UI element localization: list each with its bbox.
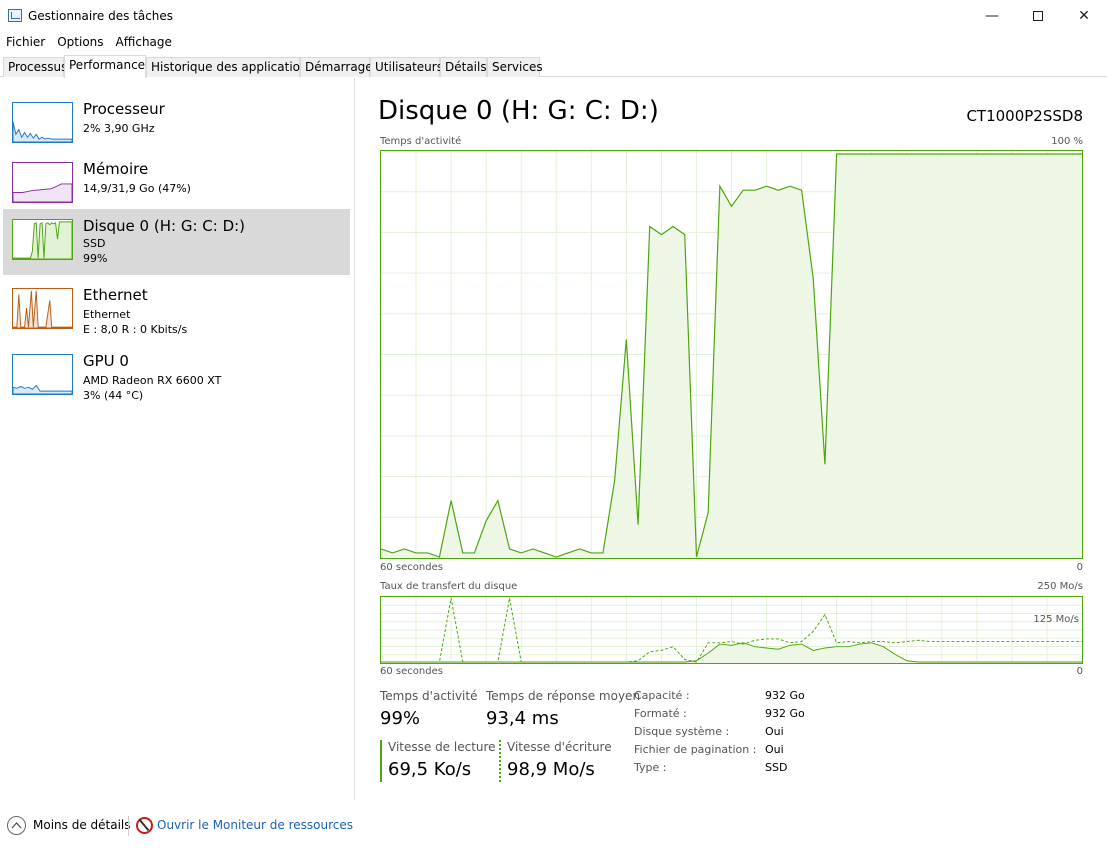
transfer-chart-svg — [381, 597, 1082, 663]
prop-pagefile-value: Oui — [765, 743, 784, 756]
sidebar-item-label: Mémoire — [83, 160, 149, 178]
window-title: Gestionnaire des tâches — [28, 9, 174, 23]
prop-type-value: SSD — [765, 761, 788, 774]
sidebar-item-gpu[interactable]: GPU 0 AMD Radeon RX 6600 XT 3% (44 °C) — [3, 344, 350, 408]
prop-capacity-value: 932 Go — [765, 689, 805, 702]
prop-type-key: Type : — [634, 761, 667, 774]
disk-thumbnail — [12, 219, 73, 260]
menu-affichage[interactable]: Affichage — [110, 33, 178, 53]
bottom-divider — [128, 816, 129, 836]
response-time-value: 93,4 ms — [486, 708, 559, 729]
menu-options[interactable]: Options — [51, 33, 109, 53]
tab-services[interactable]: Services — [487, 57, 543, 77]
sidebar-item-label: Ethernet — [83, 286, 148, 304]
ethernet-thumbnail — [12, 288, 73, 329]
resource-sidebar: Processeur 2% 3,90 GHz Mémoire 14,9/31,9… — [0, 78, 355, 800]
prop-pagefile-key: Fichier de pagination : — [634, 743, 757, 756]
sidebar-item-detail: AMD Radeon RX 6600 XT — [83, 374, 222, 387]
open-resource-monitor-link[interactable]: Ouvrir le Moniteur de ressources — [157, 818, 353, 832]
sidebar-item-memoire[interactable]: Mémoire 14,9/31,9 Go (47%) — [3, 152, 350, 216]
transfer-x-left: 60 secondes — [380, 666, 443, 677]
resource-monitor-icon[interactable] — [136, 817, 153, 834]
title-bar: Gestionnaire des tâches — ✕ — [0, 0, 1107, 32]
close-button[interactable]: ✕ — [1061, 0, 1107, 32]
less-details-button[interactable]: Moins de détails — [33, 818, 131, 832]
menu-bar: Fichier Options Affichage — [0, 33, 1107, 53]
bottom-bar: Moins de détails Ouvrir le Moniteur de r… — [0, 800, 1107, 853]
transfer-x-right: 0 — [1076, 666, 1083, 677]
write-speed-marker — [499, 740, 501, 782]
menu-fichier[interactable]: Fichier — [0, 33, 51, 53]
sidebar-item-ethernet[interactable]: Ethernet Ethernet E : 8,0 R : 0 Kbits/s — [3, 278, 350, 342]
cpu-thumbnail — [12, 102, 73, 143]
sidebar-item-detail: 14,9/31,9 Go (47%) — [83, 182, 191, 195]
sidebar-item-detail: Ethernet — [83, 308, 131, 321]
sidebar-item-usage: 99% — [83, 252, 108, 265]
transfer-chart-max: 250 Mo/s — [1037, 581, 1083, 592]
transfer-chart-mid: 125 Mo/s — [1033, 614, 1079, 625]
sidebar-item-label: GPU 0 — [83, 352, 129, 370]
page-title: Disque 0 (H: G: C: D:) — [378, 96, 659, 126]
sidebar-item-usage: 3% (44 °C) — [83, 389, 144, 402]
tab-utilisateurs[interactable]: Utilisateurs — [370, 57, 443, 77]
sidebar-item-processeur[interactable]: Processeur 2% 3,90 GHz — [3, 92, 350, 156]
prop-system-disk-key: Disque système : — [634, 725, 730, 738]
gpu-thumbnail — [12, 354, 73, 395]
disk-detail-panel: Disque 0 (H: G: C: D:) CT1000P2SSD8 Temp… — [356, 78, 1107, 800]
active-time-label: Temps d'activité — [380, 689, 478, 703]
chevron-up-icon[interactable] — [7, 816, 26, 835]
prop-formatted-key: Formaté : — [634, 707, 687, 720]
minimize-button[interactable]: — — [969, 0, 1015, 32]
activity-x-left: 60 secondes — [380, 562, 443, 573]
prop-system-disk-value: Oui — [765, 725, 784, 738]
tab-historique[interactable]: Historique des applications — [146, 57, 314, 77]
tab-performance[interactable]: Performance — [64, 55, 146, 78]
sidebar-item-label: Disque 0 (H: G: C: D:) — [83, 217, 246, 235]
maximize-button[interactable] — [1015, 0, 1061, 32]
disk-model: CT1000P2SSD8 — [966, 107, 1083, 125]
tab-demarrage[interactable]: Démarrage — [300, 57, 373, 77]
maximize-icon — [1033, 11, 1043, 21]
memory-thumbnail — [12, 162, 73, 203]
read-speed-value: 69,5 Ko/s — [388, 759, 472, 780]
sidebar-item-throughput: E : 8,0 R : 0 Kbits/s — [83, 323, 188, 336]
write-speed-value: 98,9 Mo/s — [507, 759, 595, 780]
transfer-chart — [380, 596, 1083, 664]
tab-bar: Processus Performance Historique des app… — [0, 55, 1107, 78]
read-speed-label: Vitesse de lecture — [388, 740, 496, 754]
sidebar-item-detail: 2% 3,90 GHz — [83, 122, 155, 135]
activity-chart — [380, 150, 1083, 559]
sidebar-item-disque[interactable]: Disque 0 (H: G: C: D:) SSD 99% — [3, 209, 350, 275]
activity-chart-label: Temps d'activité — [380, 136, 462, 147]
read-speed-marker — [380, 740, 382, 782]
active-time-value: 99% — [380, 708, 421, 729]
activity-x-right: 0 — [1076, 562, 1083, 573]
activity-chart-svg — [381, 151, 1082, 558]
tab-details[interactable]: Détails — [440, 57, 487, 77]
activity-chart-max: 100 % — [1051, 136, 1083, 147]
write-speed-label: Vitesse d'écriture — [507, 740, 612, 754]
tab-processus[interactable]: Processus — [3, 57, 67, 77]
transfer-chart-label: Taux de transfert du disque — [380, 581, 518, 592]
response-time-label: Temps de réponse moyen — [486, 689, 641, 703]
task-manager-icon — [8, 9, 22, 22]
sidebar-item-detail: SSD — [83, 237, 106, 250]
prop-capacity-key: Capacité : — [634, 689, 690, 702]
prop-formatted-value: 932 Go — [765, 707, 805, 720]
sidebar-item-label: Processeur — [83, 100, 165, 118]
